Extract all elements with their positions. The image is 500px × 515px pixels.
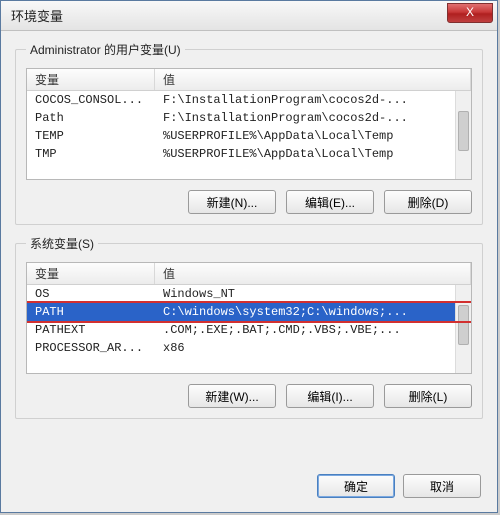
system-vars-legend: 系统变量(S): [26, 235, 98, 252]
cell-var: TEMP: [27, 129, 155, 143]
cell-var: COCOS_CONSOL...: [27, 93, 155, 107]
cell-val: C:\windows\system32;C:\windows;...: [155, 305, 471, 319]
col-header-value[interactable]: 值: [155, 263, 471, 284]
close-icon: X: [466, 5, 474, 19]
cell-val: F:\InstallationProgram\cocos2d-...: [155, 111, 471, 125]
scrollbar-thumb[interactable]: [458, 305, 469, 345]
user-delete-button[interactable]: 删除(D): [384, 190, 472, 214]
user-edit-button[interactable]: 编辑(E)...: [286, 190, 374, 214]
user-vars-buttons: 新建(N)... 编辑(E)... 删除(D): [26, 190, 472, 214]
table-row[interactable]: PATHEXT .COM;.EXE;.BAT;.CMD;.VBS;.VBE;..…: [27, 321, 471, 339]
table-row-selected[interactable]: PATH C:\windows\system32;C:\windows;...: [27, 303, 471, 321]
system-variables-group: 系统变量(S) 变量 值 OS Windows_NT PATH C:\windo…: [15, 235, 483, 419]
user-vars-legend: Administrator 的用户变量(U): [26, 41, 185, 58]
col-header-variable[interactable]: 变量: [27, 69, 155, 90]
user-variables-group: Administrator 的用户变量(U) 变量 值 COCOS_CONSOL…: [15, 41, 483, 225]
cell-val: F:\InstallationProgram\cocos2d-...: [155, 93, 471, 107]
system-rows: OS Windows_NT PATH C:\windows\system32;C…: [27, 285, 471, 357]
cell-val: x86: [155, 341, 471, 355]
cell-val: %USERPROFILE%\AppData\Local\Temp: [155, 129, 471, 143]
window-title: 环境变量: [11, 6, 63, 25]
col-header-variable[interactable]: 变量: [27, 263, 155, 284]
user-new-button[interactable]: 新建(N)...: [188, 190, 276, 214]
titlebar[interactable]: 环境变量 X: [1, 1, 497, 31]
close-button[interactable]: X: [447, 3, 493, 23]
system-vars-list[interactable]: 变量 值 OS Windows_NT PATH C:\windows\syste…: [26, 262, 472, 374]
cell-val: %USERPROFILE%\AppData\Local\Temp: [155, 147, 471, 161]
table-row[interactable]: TEMP %USERPROFILE%\AppData\Local\Temp: [27, 127, 471, 145]
user-list-header: 变量 值: [27, 69, 471, 91]
scrollbar-thumb[interactable]: [458, 111, 469, 151]
cell-var: OS: [27, 287, 155, 301]
table-row[interactable]: Path F:\InstallationProgram\cocos2d-...: [27, 109, 471, 127]
system-list-header: 变量 值: [27, 263, 471, 285]
cancel-button[interactable]: 取消: [403, 474, 481, 498]
cell-var: TMP: [27, 147, 155, 161]
table-row[interactable]: OS Windows_NT: [27, 285, 471, 303]
scrollbar[interactable]: [455, 91, 471, 179]
cell-var: PROCESSOR_AR...: [27, 341, 155, 355]
ok-button[interactable]: 确定: [317, 474, 395, 498]
table-row[interactable]: TMP %USERPROFILE%\AppData\Local\Temp: [27, 145, 471, 163]
system-edit-button[interactable]: 编辑(I)...: [286, 384, 374, 408]
table-row[interactable]: PROCESSOR_AR... x86: [27, 339, 471, 357]
system-new-button[interactable]: 新建(W)...: [188, 384, 276, 408]
user-rows: COCOS_CONSOL... F:\InstallationProgram\c…: [27, 91, 471, 163]
cell-var: Path: [27, 111, 155, 125]
cell-var: PATH: [27, 305, 155, 319]
cell-val: .COM;.EXE;.BAT;.CMD;.VBS;.VBE;...: [155, 323, 471, 337]
env-vars-dialog: 环境变量 X Administrator 的用户变量(U) 变量 值 COCOS…: [0, 0, 498, 513]
col-header-value[interactable]: 值: [155, 69, 471, 90]
scrollbar[interactable]: [455, 285, 471, 373]
system-delete-button[interactable]: 删除(L): [384, 384, 472, 408]
dialog-footer: 确定 取消: [1, 464, 497, 512]
dialog-body: Administrator 的用户变量(U) 变量 值 COCOS_CONSOL…: [1, 31, 497, 464]
user-vars-list[interactable]: 变量 值 COCOS_CONSOL... F:\InstallationProg…: [26, 68, 472, 180]
cell-val: Windows_NT: [155, 287, 471, 301]
table-row[interactable]: COCOS_CONSOL... F:\InstallationProgram\c…: [27, 91, 471, 109]
system-vars-buttons: 新建(W)... 编辑(I)... 删除(L): [26, 384, 472, 408]
cell-var: PATHEXT: [27, 323, 155, 337]
